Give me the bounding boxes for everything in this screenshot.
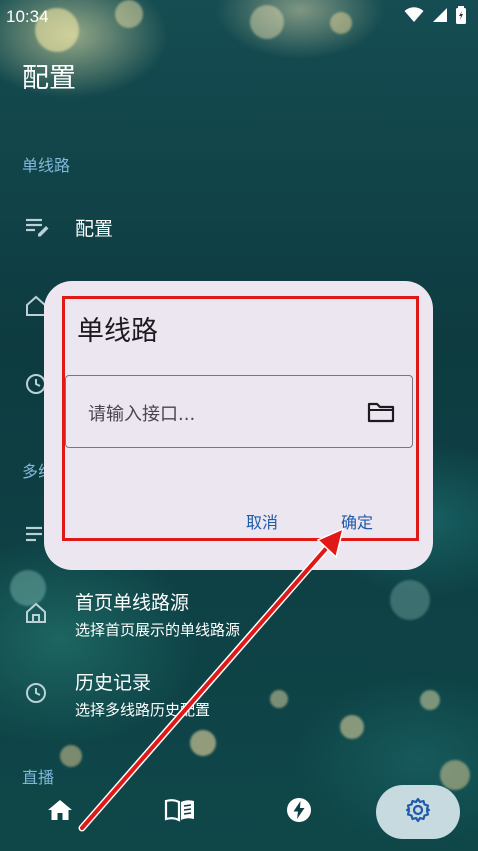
nav-library[interactable] xyxy=(138,785,222,839)
bottom-navigation xyxy=(0,785,478,845)
lightning-icon xyxy=(286,797,312,827)
home-icon xyxy=(47,798,73,826)
book-icon xyxy=(164,798,196,826)
annotation-arrow xyxy=(78,527,345,832)
gear-icon xyxy=(405,797,431,827)
nav-home[interactable] xyxy=(18,785,102,839)
nav-live[interactable] xyxy=(257,785,341,839)
nav-settings[interactable] xyxy=(376,785,460,839)
